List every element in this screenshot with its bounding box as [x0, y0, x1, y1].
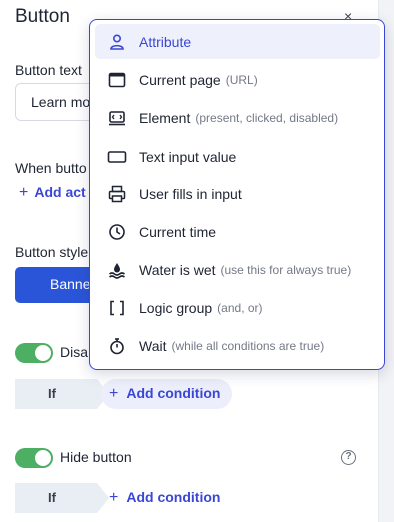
- menu-item-hint: (URL): [225, 72, 258, 87]
- panel-title: Button: [15, 6, 70, 27]
- add-condition-label: Add condition: [126, 489, 221, 505]
- menu-item-label: Wait: [139, 337, 167, 354]
- menu-item-label: Current page: [139, 71, 221, 88]
- menu-item-label: Attribute: [139, 33, 192, 50]
- printer-icon: [107, 184, 127, 204]
- menu-item-hint: (and, or): [217, 300, 263, 315]
- person-icon: [107, 32, 127, 52]
- add-action-button[interactable]: + Add act: [19, 184, 86, 202]
- brackets-icon: [107, 298, 127, 318]
- stopwatch-icon: [107, 336, 127, 356]
- menu-item-label: Water is wet: [139, 261, 216, 278]
- hide-button-label: Hide button: [60, 449, 132, 465]
- water-icon: [107, 260, 127, 280]
- add-condition-button[interactable]: + Add condition: [109, 489, 220, 507]
- menu-item-label: Logic group: [139, 299, 213, 316]
- disable-toggle-label: Disa: [60, 344, 89, 360]
- plus-icon: +: [19, 184, 29, 201]
- menu-item-label: Text input value: [139, 148, 237, 165]
- help-icon[interactable]: ?: [341, 450, 356, 465]
- plus-icon: +: [109, 489, 119, 506]
- menu-item-hint: (present, clicked, disabled): [195, 110, 339, 125]
- add-condition-label: Add condition: [126, 385, 221, 401]
- when-clicked-label: When butto: [15, 160, 87, 176]
- menu-item-logic-group[interactable]: Logic group (and, or): [95, 290, 380, 325]
- disable-toggle[interactable]: [15, 343, 53, 363]
- menu-item-element[interactable]: Element (present, clicked, disabled): [95, 100, 380, 135]
- menu-item-label: User fills in input: [139, 185, 242, 202]
- menu-item-text-input-value[interactable]: Text input value: [95, 139, 380, 174]
- menu-item-water-is-wet[interactable]: Water is wet (use this for always true): [95, 252, 380, 287]
- menu-item-label: Current time: [139, 223, 217, 240]
- menu-item-user-fills-input[interactable]: User fills in input: [95, 176, 380, 211]
- if-label: If: [15, 483, 109, 513]
- clock-icon: [107, 222, 127, 242]
- plus-icon: +: [109, 385, 119, 402]
- condition-type-menu: Attribute Current page (URL) Element (pr…: [89, 19, 385, 370]
- menu-item-current-time[interactable]: Current time: [95, 214, 380, 249]
- menu-item-wait[interactable]: Wait (while all conditions are true): [95, 328, 380, 363]
- menu-item-hint: (use this for always true): [220, 262, 352, 277]
- text-input-icon: [107, 147, 127, 167]
- add-condition-button[interactable]: + Add condition: [101, 379, 233, 409]
- element-icon: [107, 108, 127, 128]
- menu-item-hint: (while all conditions are true): [171, 338, 325, 353]
- button-text-label: Button text: [15, 62, 82, 78]
- hide-button-toggle[interactable]: [15, 448, 53, 468]
- menu-item-current-page[interactable]: Current page (URL): [95, 62, 380, 97]
- button-style-label: Button style: [15, 244, 89, 260]
- toggle-knob: [35, 450, 51, 466]
- menu-item-attribute[interactable]: Attribute: [95, 24, 380, 59]
- add-action-label: Add act: [34, 184, 86, 200]
- if-label: If: [15, 379, 109, 409]
- toggle-knob: [35, 345, 51, 361]
- menu-item-label: Element: [139, 109, 191, 126]
- browser-window-icon: [107, 70, 127, 90]
